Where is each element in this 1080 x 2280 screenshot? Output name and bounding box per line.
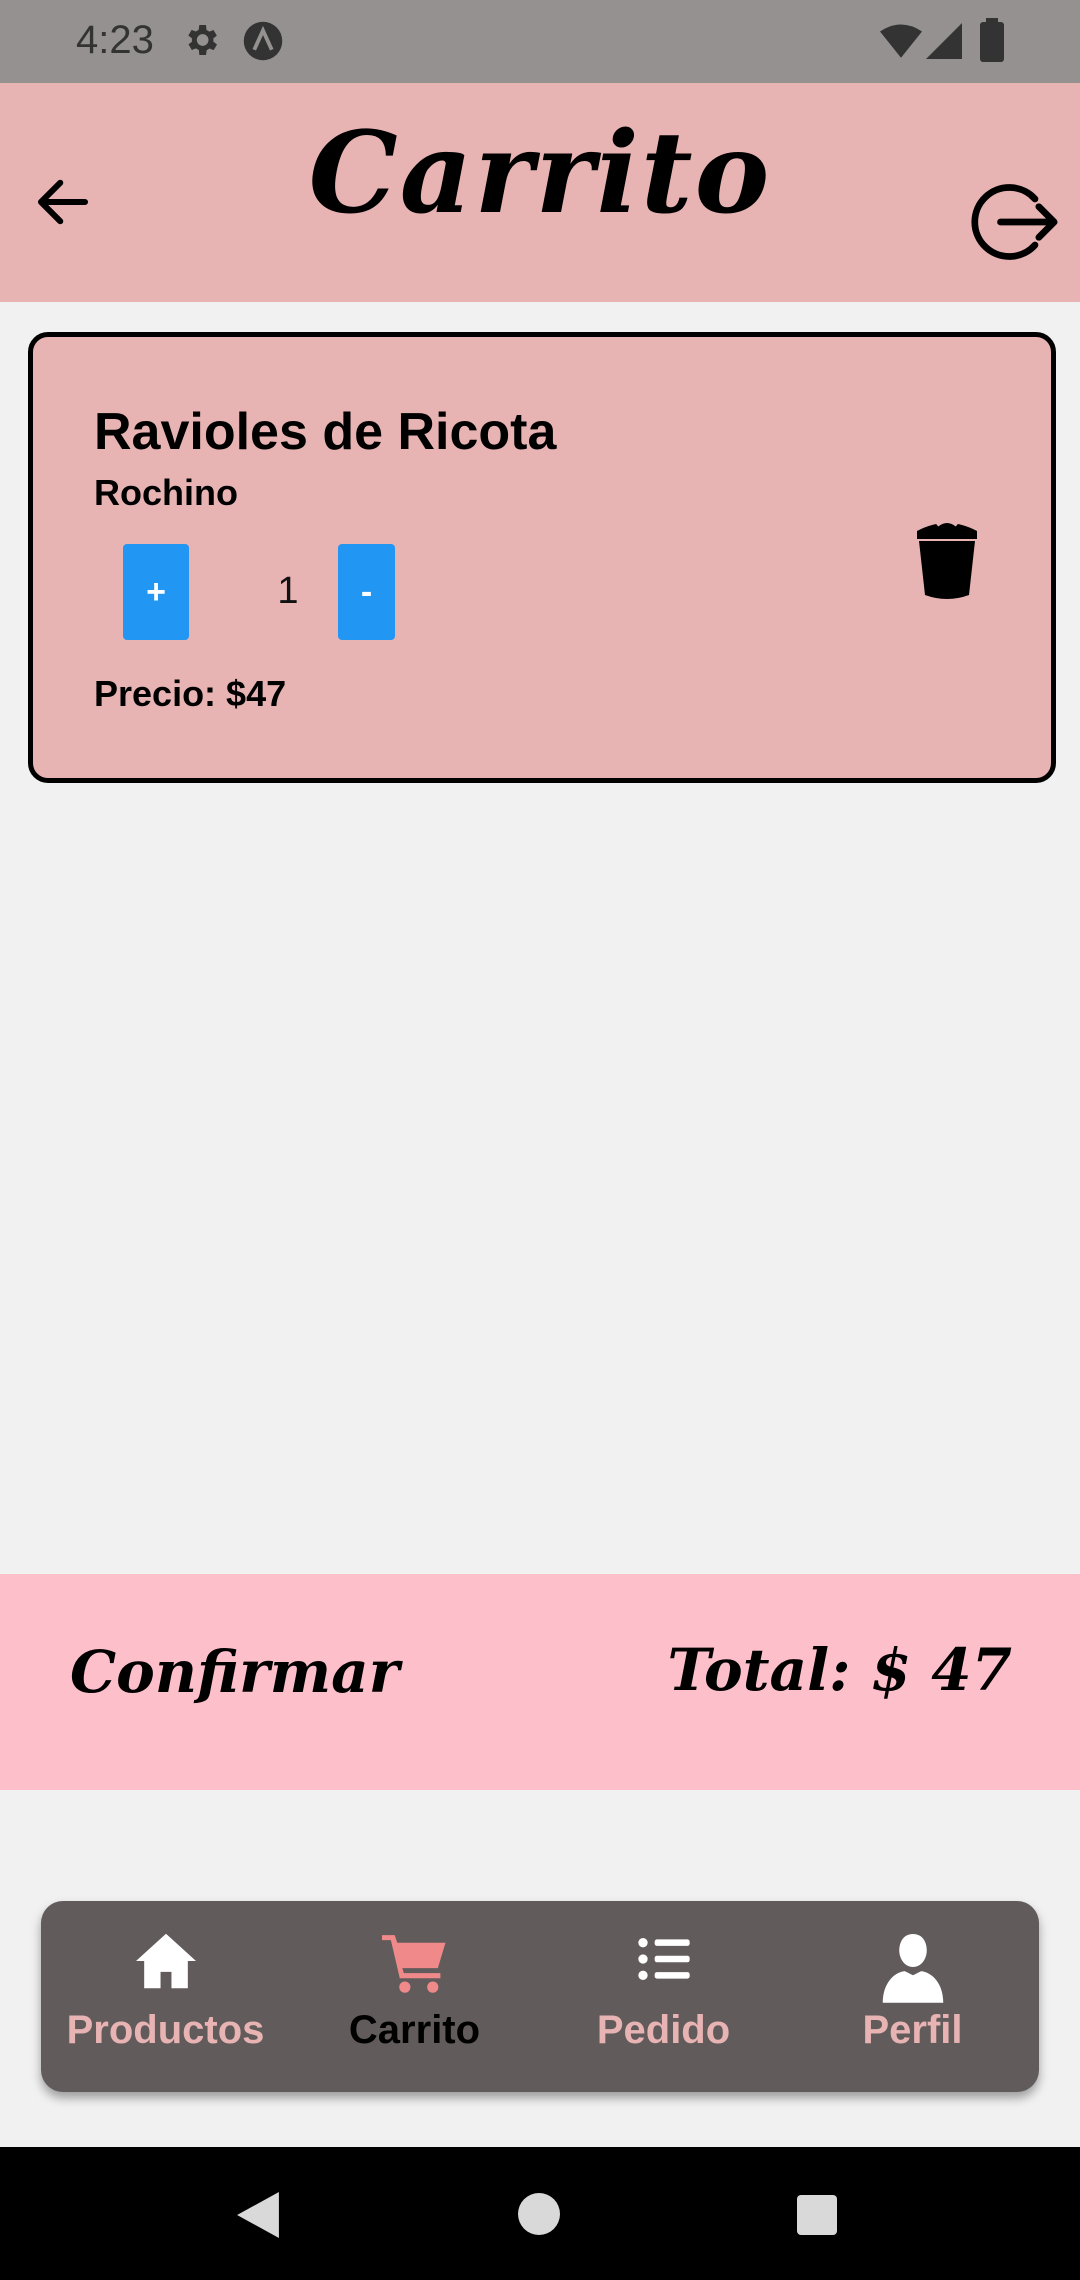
increment-button[interactable]: +: [123, 544, 189, 640]
back-triangle-icon[interactable]: [236, 2192, 280, 2238]
order-total: Total: $ 47: [667, 1636, 1012, 1704]
product-name: Ravioles de Ricota: [94, 403, 557, 461]
nav-item-pedido[interactable]: Pedido: [539, 1901, 788, 2092]
nav-label-pedido: Pedido: [596, 2008, 731, 2052]
logout-icon[interactable]: [966, 176, 1058, 268]
nav-item-perfil[interactable]: Perfil: [788, 1901, 1037, 2092]
nav-label-carrito: Carrito: [348, 2008, 481, 2052]
bottom-nav: Productos Carrito Pedido Perfil: [41, 1901, 1039, 2092]
settings-icon: [188, 25, 217, 55]
confirm-button[interactable]: Confirmar: [70, 1638, 399, 1706]
nav-label-productos: Productos: [66, 2008, 265, 2052]
product-brand: Rochino: [94, 472, 238, 513]
wifi-icon: [880, 24, 922, 58]
cart-icon: [381, 1935, 445, 1993]
page-title: Carrito: [308, 108, 772, 239]
status-time: 4:23: [76, 18, 154, 62]
home-circle-icon[interactable]: [518, 2193, 560, 2235]
nav-item-carrito[interactable]: Carrito: [290, 1901, 539, 2092]
system-nav-bar: [0, 2147, 1080, 2280]
home-icon: [135, 1933, 196, 1989]
nav-item-productos[interactable]: Productos: [41, 1901, 290, 2092]
list-icon: [637, 1938, 690, 1980]
battery-icon: [980, 18, 1004, 62]
decrement-button[interactable]: -: [338, 544, 395, 640]
product-price: Precio: $47: [94, 673, 287, 714]
trash-icon[interactable]: [913, 515, 981, 601]
nav-label-perfil: Perfil: [862, 2008, 963, 2052]
signal-icon: [926, 23, 962, 59]
app-notification-icon: [243, 21, 283, 61]
confirm-bar: Confirmar Total: $ 47: [0, 1574, 1080, 1790]
quantity-value: 1: [277, 570, 299, 612]
cart-item-card: Ravioles de Ricota Rochino + 1 - Precio:…: [28, 332, 1056, 783]
app-bar: Carrito: [0, 83, 1080, 302]
recents-square-icon[interactable]: [797, 2195, 837, 2235]
user-icon: [882, 1934, 943, 2003]
status-bar: 4:23: [0, 0, 1080, 83]
